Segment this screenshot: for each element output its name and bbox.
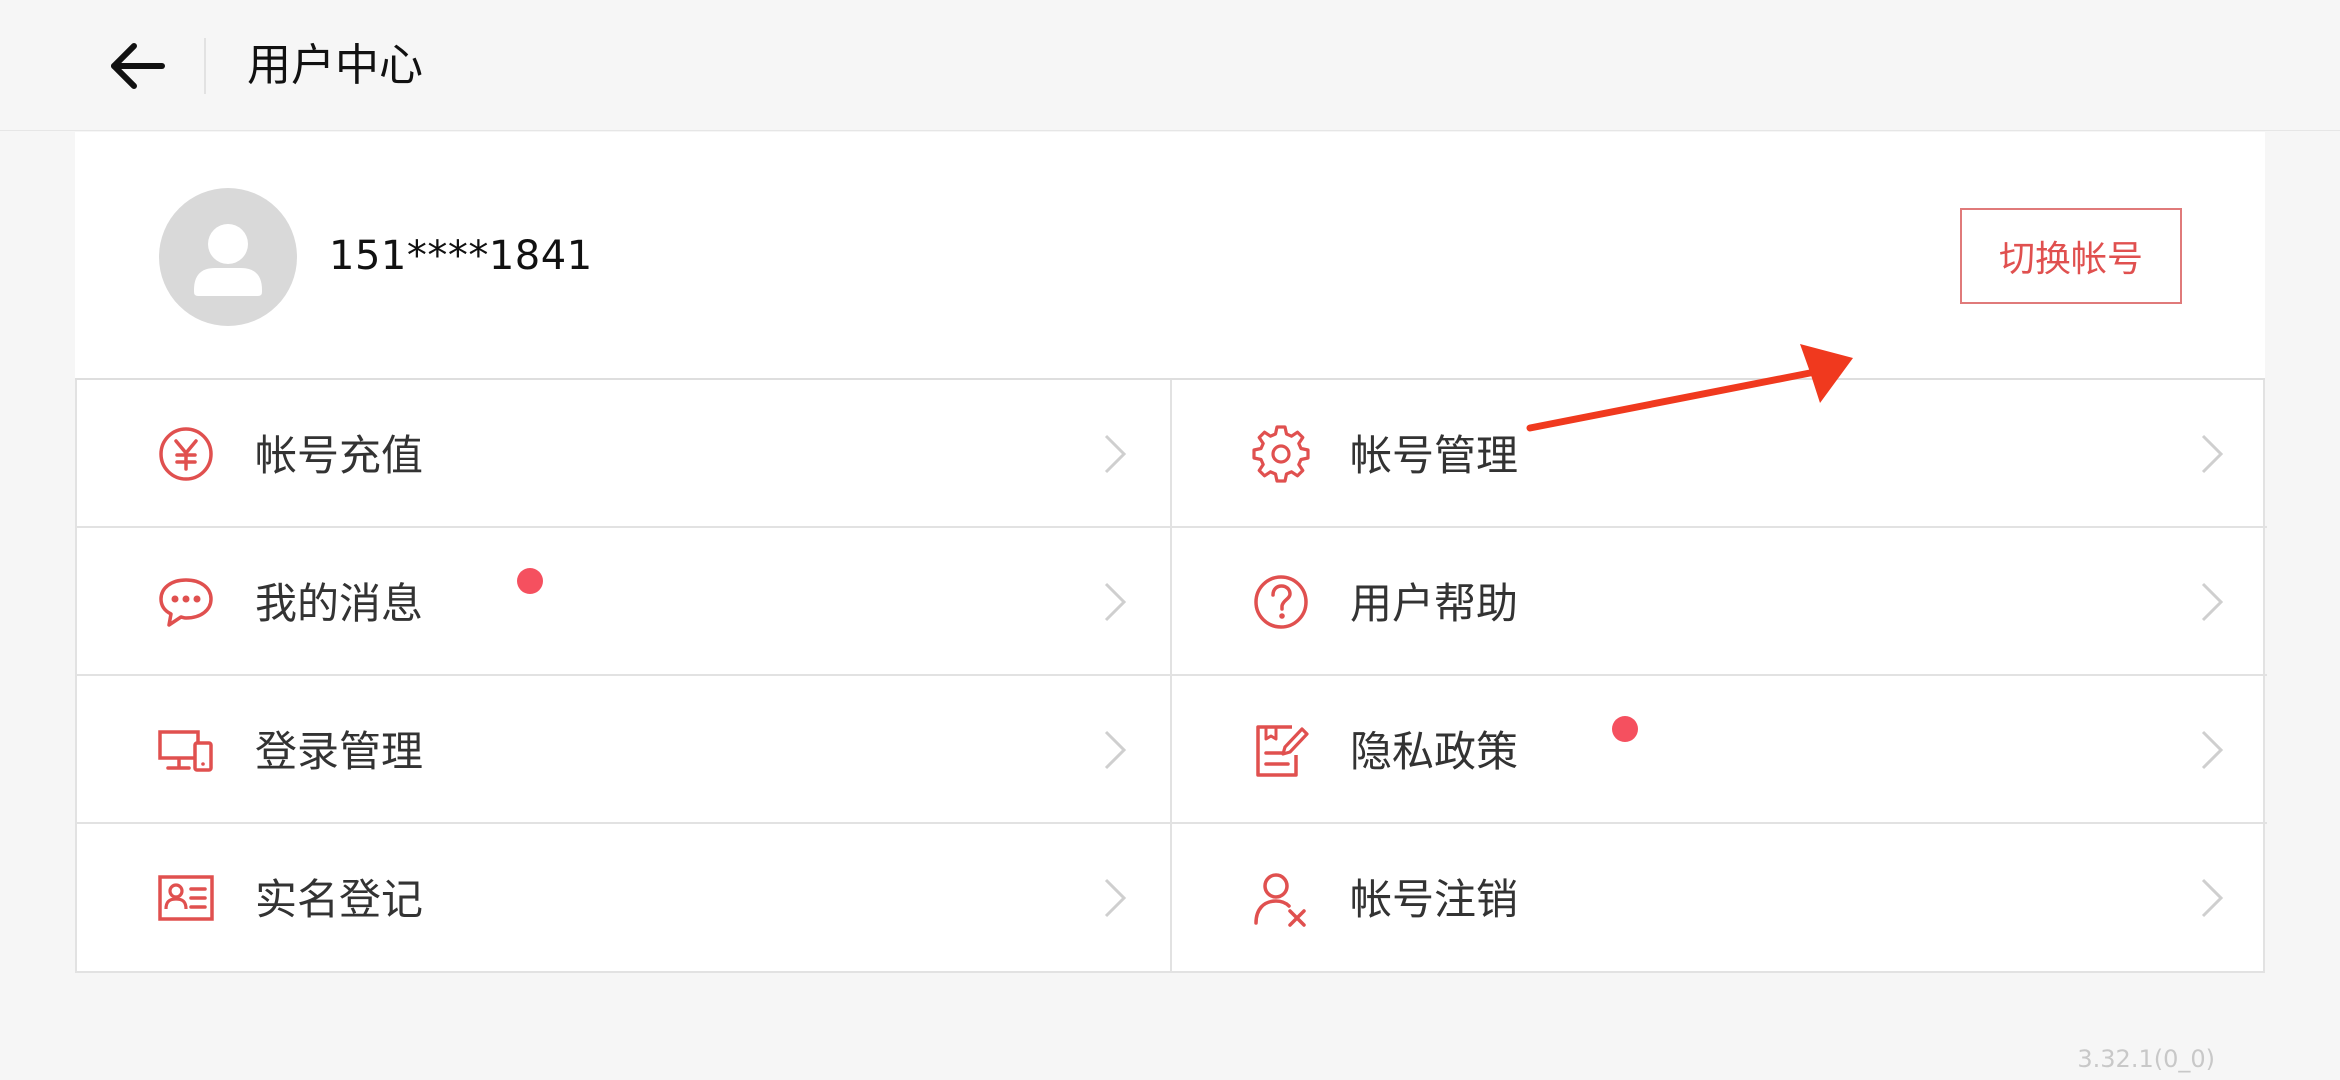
user-avatar-icon [194,224,262,296]
page-title: 用户中心 [247,40,423,91]
menu-item-label: 用户帮助 [1350,579,1519,628]
chevron-right-icon [1104,878,1127,918]
document-edit-icon [1256,725,1309,777]
menu-item-label: 我的消息 [255,579,424,628]
menu-item-label: 登录管理 [255,727,424,776]
back-button[interactable] [100,26,180,106]
arrow-left-icon [111,43,165,89]
chevron-right-icon [2201,878,2224,918]
question-circle-icon [1254,575,1308,629]
chevron-right-icon [1104,582,1127,622]
unread-badge [517,568,543,594]
chevron-right-icon [1104,434,1127,474]
menu-item-recharge[interactable]: 帐号充值 [77,380,1172,528]
yuan-circle-icon [159,427,213,481]
gear-icon [1252,425,1310,483]
chevron-right-icon [1104,730,1127,770]
switch-account-button[interactable]: 切换帐号 [1960,208,2182,304]
unread-badge [1612,716,1638,742]
menu-item-label: 实名登记 [255,875,424,924]
id-card-icon [158,875,214,921]
menu-item-my-messages[interactable]: 我的消息 [77,528,1172,676]
user-center-card: 151****1841 切换帐号 帐号充值 帐号管理 我的消息 用户帮助 登录管… [75,132,2267,973]
menu-item-login-management[interactable]: 登录管理 [77,676,1172,824]
menu-item-account-management[interactable]: 帐号管理 [1172,380,2267,528]
chat-bubble-icon [159,578,213,627]
chevron-right-icon [2201,730,2224,770]
devices-icon [158,730,213,772]
menu-item-user-help[interactable]: 用户帮助 [1172,528,2267,676]
menu-item-privacy-policy[interactable]: 隐私政策 [1172,676,2267,824]
avatar[interactable] [159,188,297,326]
header-divider [204,38,206,94]
app-version: 3.32.1(0_0) [2077,1045,2215,1073]
header: 用户中心 [0,0,2340,131]
menu-item-account-cancellation[interactable]: 帐号注销 [1172,824,2267,972]
username: 151****1841 [329,233,593,279]
chevron-right-icon [2201,434,2224,474]
menu-item-label: 帐号注销 [1350,875,1519,924]
menu-item-label: 帐号充值 [255,431,424,480]
chevron-right-icon [2201,582,2224,622]
menu-grid: 帐号充值 帐号管理 我的消息 用户帮助 登录管理 隐私政策 实名登记 帐号注销 [75,380,2267,973]
menu-item-label: 隐私政策 [1350,727,1519,776]
menu-item-real-name-registration[interactable]: 实名登记 [77,824,1172,972]
user-remove-icon [1254,873,1306,927]
menu-item-label: 帐号管理 [1350,431,1519,480]
profile-section: 151****1841 切换帐号 [75,132,2265,432]
